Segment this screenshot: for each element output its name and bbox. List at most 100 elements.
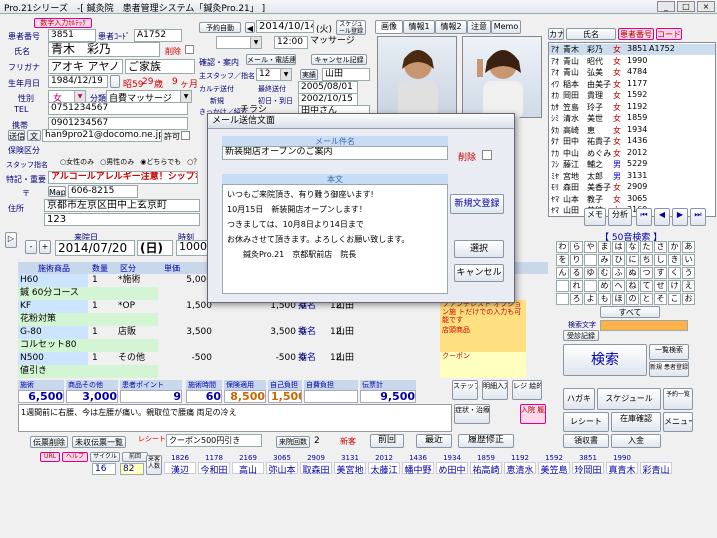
analyze-button[interactable]: 分析 bbox=[608, 208, 632, 226]
strip-patient-name[interactable]: 恵清水 bbox=[504, 462, 536, 476]
kana-key[interactable]: え bbox=[682, 280, 695, 292]
maximize-button[interactable]: □ bbox=[677, 1, 695, 12]
kana-key[interactable]: れ bbox=[570, 280, 583, 292]
visit-price[interactable]: -500 bbox=[160, 352, 212, 365]
kana-key[interactable]: り bbox=[570, 254, 583, 266]
tab-info2[interactable]: 情報2 bbox=[435, 20, 467, 34]
search-button[interactable]: 検索 bbox=[563, 344, 647, 376]
visit-product-code[interactable]: G-80 bbox=[18, 326, 88, 339]
kana-key[interactable]: ん bbox=[556, 267, 569, 279]
subject-delete-checkbox[interactable] bbox=[482, 150, 492, 160]
visit-division[interactable]: *OP bbox=[116, 300, 160, 313]
visit-qty[interactable]: 1 bbox=[90, 326, 112, 339]
patient-list-row[interactable]: ﾅｶ 中山 めぐみ女 2012 bbox=[549, 148, 715, 159]
kana-key[interactable]: つ bbox=[640, 267, 653, 279]
input-history-button[interactable]: 入院 履歴 bbox=[520, 404, 546, 424]
last-icon[interactable]: ⏭ bbox=[690, 208, 706, 226]
minimize-button[interactable]: _ bbox=[657, 1, 675, 12]
reserve-course-field[interactable]: マッサージ bbox=[308, 36, 370, 49]
kana-key[interactable]: ゆ bbox=[584, 267, 597, 279]
patient-list-row[interactable]: ｲﾜ 稲本 由美子女 1177 bbox=[549, 79, 715, 90]
hagaki-button[interactable]: ハガキ bbox=[563, 388, 595, 410]
help-button[interactable]: ヘルプ bbox=[62, 452, 88, 462]
special-field[interactable]: アルコールアレルギー注意！シップなど bbox=[48, 171, 198, 184]
strip-patient-name[interactable]: 祐高崎 bbox=[470, 462, 502, 476]
kana-key[interactable]: も bbox=[598, 293, 611, 305]
patient-list-row[interactable]: ｵｶ 岡田 貴理 女 1592 bbox=[549, 90, 715, 101]
kana-all-button[interactable]: すべて bbox=[600, 306, 660, 318]
strip-patient-name[interactable]: 今和田 bbox=[198, 462, 230, 476]
delete-checkbox[interactable] bbox=[185, 45, 194, 54]
collapse-arrow[interactable]: ▷ bbox=[5, 232, 17, 248]
strip-patient-name[interactable]: め田中 bbox=[436, 462, 468, 476]
address2-field[interactable]: 123 bbox=[44, 213, 200, 226]
kana-key[interactable]: わ bbox=[556, 241, 569, 253]
schedule-register-button[interactable]: スケジュール登録 bbox=[336, 20, 366, 35]
kana-key[interactable]: め bbox=[598, 280, 611, 292]
cancel-record-button[interactable]: キャンセル記録 bbox=[311, 54, 367, 65]
list-tab-kana[interactable]: カナ bbox=[548, 28, 564, 40]
visit-prev-button[interactable]: - bbox=[25, 240, 37, 254]
prev-icon[interactable]: ◀ bbox=[654, 208, 670, 226]
kana-key[interactable]: ふ bbox=[612, 267, 625, 279]
kana-key[interactable]: ま bbox=[598, 241, 611, 253]
kana-key[interactable]: お bbox=[682, 293, 695, 305]
strip-patient-name[interactable]: 取森田 bbox=[300, 462, 332, 476]
kana-key[interactable]: た bbox=[640, 241, 653, 253]
kana-key[interactable]: う bbox=[682, 267, 695, 279]
tab-memo[interactable]: Memo bbox=[491, 20, 521, 34]
patient-list-row[interactable]: ｱｵ 青山 弘美 女 4784 bbox=[549, 67, 715, 78]
mail-doc-button[interactable]: 文 bbox=[27, 130, 41, 141]
visit-product-code[interactable]: KF bbox=[18, 300, 88, 313]
url-button[interactable]: URL bbox=[40, 452, 60, 462]
cancel-button[interactable]: キャンセル bbox=[454, 264, 504, 282]
kana-key[interactable]: へ bbox=[612, 280, 625, 292]
visit-product-code[interactable]: N500 bbox=[18, 352, 88, 365]
mail-field[interactable]: han9pro21@docomo.ne.jp bbox=[42, 129, 162, 142]
kana-key[interactable]: ろ bbox=[570, 293, 583, 305]
reserve-hour-select[interactable] bbox=[216, 36, 262, 49]
kana-key[interactable]: に bbox=[626, 254, 639, 266]
strip-patient-name[interactable]: 真青木 bbox=[606, 462, 638, 476]
lab-button[interactable]: 実績 bbox=[300, 69, 318, 80]
patient-code-field[interactable]: A1752 bbox=[134, 29, 182, 42]
new-patient-button[interactable]: 新規 患者登録 bbox=[649, 361, 689, 377]
visit-next-button[interactable]: + bbox=[39, 240, 51, 254]
coupon-field[interactable]: クーポン500円引き bbox=[166, 434, 262, 447]
inquiry-button[interactable]: 在庫確認 bbox=[611, 412, 661, 432]
schedule-button[interactable]: スケジュール bbox=[597, 388, 661, 410]
reserve-date-field[interactable]: 2014/10/14 bbox=[256, 20, 314, 33]
body-textarea[interactable]: いつもご来院頂き、有り難う御座います! 10月15日 新装開店オープンします！ … bbox=[222, 184, 448, 294]
kana-key[interactable]: み bbox=[598, 254, 611, 266]
accounting-button[interactable]: 入金 bbox=[611, 434, 661, 448]
kana-key[interactable]: な bbox=[626, 241, 639, 253]
menu-button[interactable]: メニュー bbox=[663, 412, 693, 432]
prev-list-button[interactable]: 予約一覧 bbox=[663, 388, 693, 410]
visit-staff[interactable]: 山田 bbox=[334, 352, 378, 365]
visit-division[interactable]: 店販 bbox=[116, 326, 160, 339]
patient-list-row[interactable]: ﾌｼ 藤江 輔之 男 5229 bbox=[549, 159, 715, 170]
unsettled-button[interactable]: 未収伝票一覧 bbox=[72, 436, 126, 448]
kana-key[interactable]: を bbox=[556, 254, 569, 266]
kana-key[interactable]: け bbox=[668, 280, 681, 292]
staff-opt-unknown[interactable]: ○？ bbox=[187, 157, 200, 167]
receipt-button[interactable]: レシート bbox=[563, 412, 609, 432]
list-tab-name[interactable]: 氏名 bbox=[566, 28, 616, 40]
multi-search-button[interactable]: 一覧検索 bbox=[649, 344, 689, 360]
visit-record-button[interactable]: 受診記録 bbox=[563, 330, 599, 341]
main-staff-field[interactable]: 山田 bbox=[322, 68, 370, 81]
visit-qty[interactable]: 1 bbox=[90, 352, 112, 365]
tab-caution[interactable]: 注意 bbox=[467, 20, 491, 34]
kana-key[interactable]: い bbox=[682, 254, 695, 266]
date-back-button[interactable]: ◀ bbox=[245, 22, 255, 33]
tel-field[interactable]: 0751234567 bbox=[48, 102, 188, 115]
history-fix-button[interactable]: 履歴修正 bbox=[458, 434, 514, 448]
strip-patient-name[interactable]: 美宮地 bbox=[334, 462, 366, 476]
kana-key[interactable]: こ bbox=[668, 293, 681, 305]
permit-checkbox[interactable] bbox=[181, 131, 190, 140]
zip-field[interactable]: 606-8215 bbox=[68, 185, 138, 198]
kana-key[interactable]: す bbox=[654, 267, 667, 279]
kana-key[interactable]: て bbox=[640, 280, 653, 292]
strip-patient-name[interactable]: 漢辺 bbox=[164, 462, 196, 476]
staff-opt-any[interactable]: ◉どちらでも bbox=[140, 157, 181, 167]
